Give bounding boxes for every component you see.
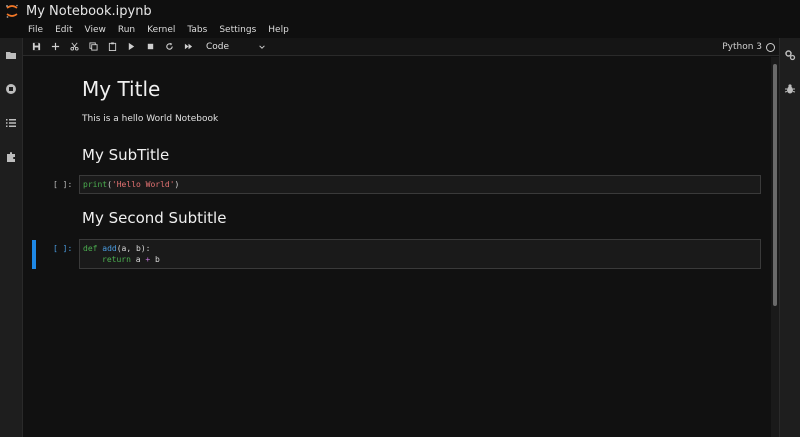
markdown-paragraph: This is a hello World Notebook xyxy=(82,114,219,124)
list-icon xyxy=(6,119,16,127)
copy-icon xyxy=(89,42,98,51)
debugger-button[interactable] xyxy=(780,72,800,106)
puzzle-icon xyxy=(7,152,15,162)
code-cell-editor[interactable]: print('Hello World') xyxy=(79,175,761,194)
code-line: return a + b xyxy=(83,254,757,265)
menu-run[interactable]: Run xyxy=(118,25,135,35)
cell-prompt: [ ]: xyxy=(53,180,73,189)
active-cell-indicator xyxy=(32,240,36,269)
left-sidebar xyxy=(0,38,23,437)
save-button[interactable] xyxy=(27,38,46,56)
copy-button[interactable] xyxy=(84,38,103,56)
code-token: b xyxy=(155,255,160,264)
title-bar: My Notebook.ipynb xyxy=(0,0,800,22)
interrupt-kernel-button[interactable] xyxy=(141,38,160,56)
markdown-subtitle: My Second Subtitle xyxy=(82,209,227,227)
code-token: def xyxy=(83,244,98,253)
jupyter-logo-icon xyxy=(6,4,18,18)
code-token: + xyxy=(145,255,151,264)
cell-prompt: [ ]: xyxy=(53,244,73,253)
extensions-button[interactable] xyxy=(0,140,22,174)
folder-icon xyxy=(6,52,16,59)
file-browser-button[interactable] xyxy=(0,38,22,72)
save-icon xyxy=(32,42,41,51)
right-sidebar xyxy=(779,38,800,437)
menu-file[interactable]: File xyxy=(28,25,43,35)
code-token: 'Hello World' xyxy=(111,180,175,189)
menu-tabs[interactable]: Tabs xyxy=(187,25,207,35)
code-token: (a, b): xyxy=(116,244,151,253)
menu-bar: File Edit View Run Kernel Tabs Settings … xyxy=(0,22,800,38)
menu-settings[interactable]: Settings xyxy=(219,25,256,35)
scrollbar-thumb[interactable] xyxy=(773,64,777,306)
plus-icon xyxy=(51,42,60,51)
code-token: return xyxy=(102,255,131,264)
restart-kernel-button[interactable] xyxy=(160,38,179,56)
restart-run-all-button[interactable] xyxy=(179,38,198,56)
kernel-status-icon xyxy=(766,42,775,52)
code-cell-editor[interactable]: def add(a, b): return a + b xyxy=(79,239,761,269)
code-token: ) xyxy=(174,180,180,189)
clipboard-icon xyxy=(108,42,117,51)
chevron-down-icon xyxy=(259,44,265,49)
notebook-toolbar: Code Python 3 xyxy=(23,38,779,56)
paste-button[interactable] xyxy=(103,38,122,56)
window-title: My Notebook.ipynb xyxy=(26,3,152,19)
scrollbar[interactable] xyxy=(771,57,779,437)
jupyter-lab-window: My Notebook.ipynb File Edit View Run Ker… xyxy=(0,0,800,437)
code-token: print xyxy=(83,180,108,189)
run-cell-button[interactable] xyxy=(122,38,141,56)
code-line: def add(a, b): xyxy=(83,243,757,254)
markdown-subtitle: My SubTitle xyxy=(82,146,170,164)
table-of-contents-button[interactable] xyxy=(0,106,22,140)
play-icon xyxy=(128,42,135,51)
insert-cell-button[interactable] xyxy=(46,38,65,56)
kernel-indicator[interactable]: Python 3 xyxy=(722,38,775,56)
gears-icon xyxy=(785,50,796,61)
menu-kernel[interactable]: Kernel xyxy=(147,25,175,35)
menu-edit[interactable]: Edit xyxy=(55,25,72,35)
refresh-icon xyxy=(166,42,173,50)
menu-view[interactable]: View xyxy=(85,25,106,35)
cut-button[interactable] xyxy=(65,38,84,56)
stop-icon xyxy=(147,43,154,50)
menu-help[interactable]: Help xyxy=(268,25,289,35)
markdown-title: My Title xyxy=(82,77,161,101)
cell-type-dropdown[interactable]: Code xyxy=(206,42,266,52)
fast-forward-icon xyxy=(184,43,193,50)
notebook-panel: My Title This is a hello World Notebook … xyxy=(23,57,779,437)
stop-circle-icon xyxy=(6,84,16,94)
cell-type-value: Code xyxy=(206,41,230,52)
kernel-name: Python 3 xyxy=(722,42,762,52)
code-token: a xyxy=(135,255,141,264)
running-kernels-button[interactable] xyxy=(0,72,22,106)
property-inspector-button[interactable] xyxy=(780,38,800,72)
bug-icon xyxy=(784,84,796,94)
code-token: add xyxy=(102,244,117,253)
scissors-icon xyxy=(70,42,79,51)
